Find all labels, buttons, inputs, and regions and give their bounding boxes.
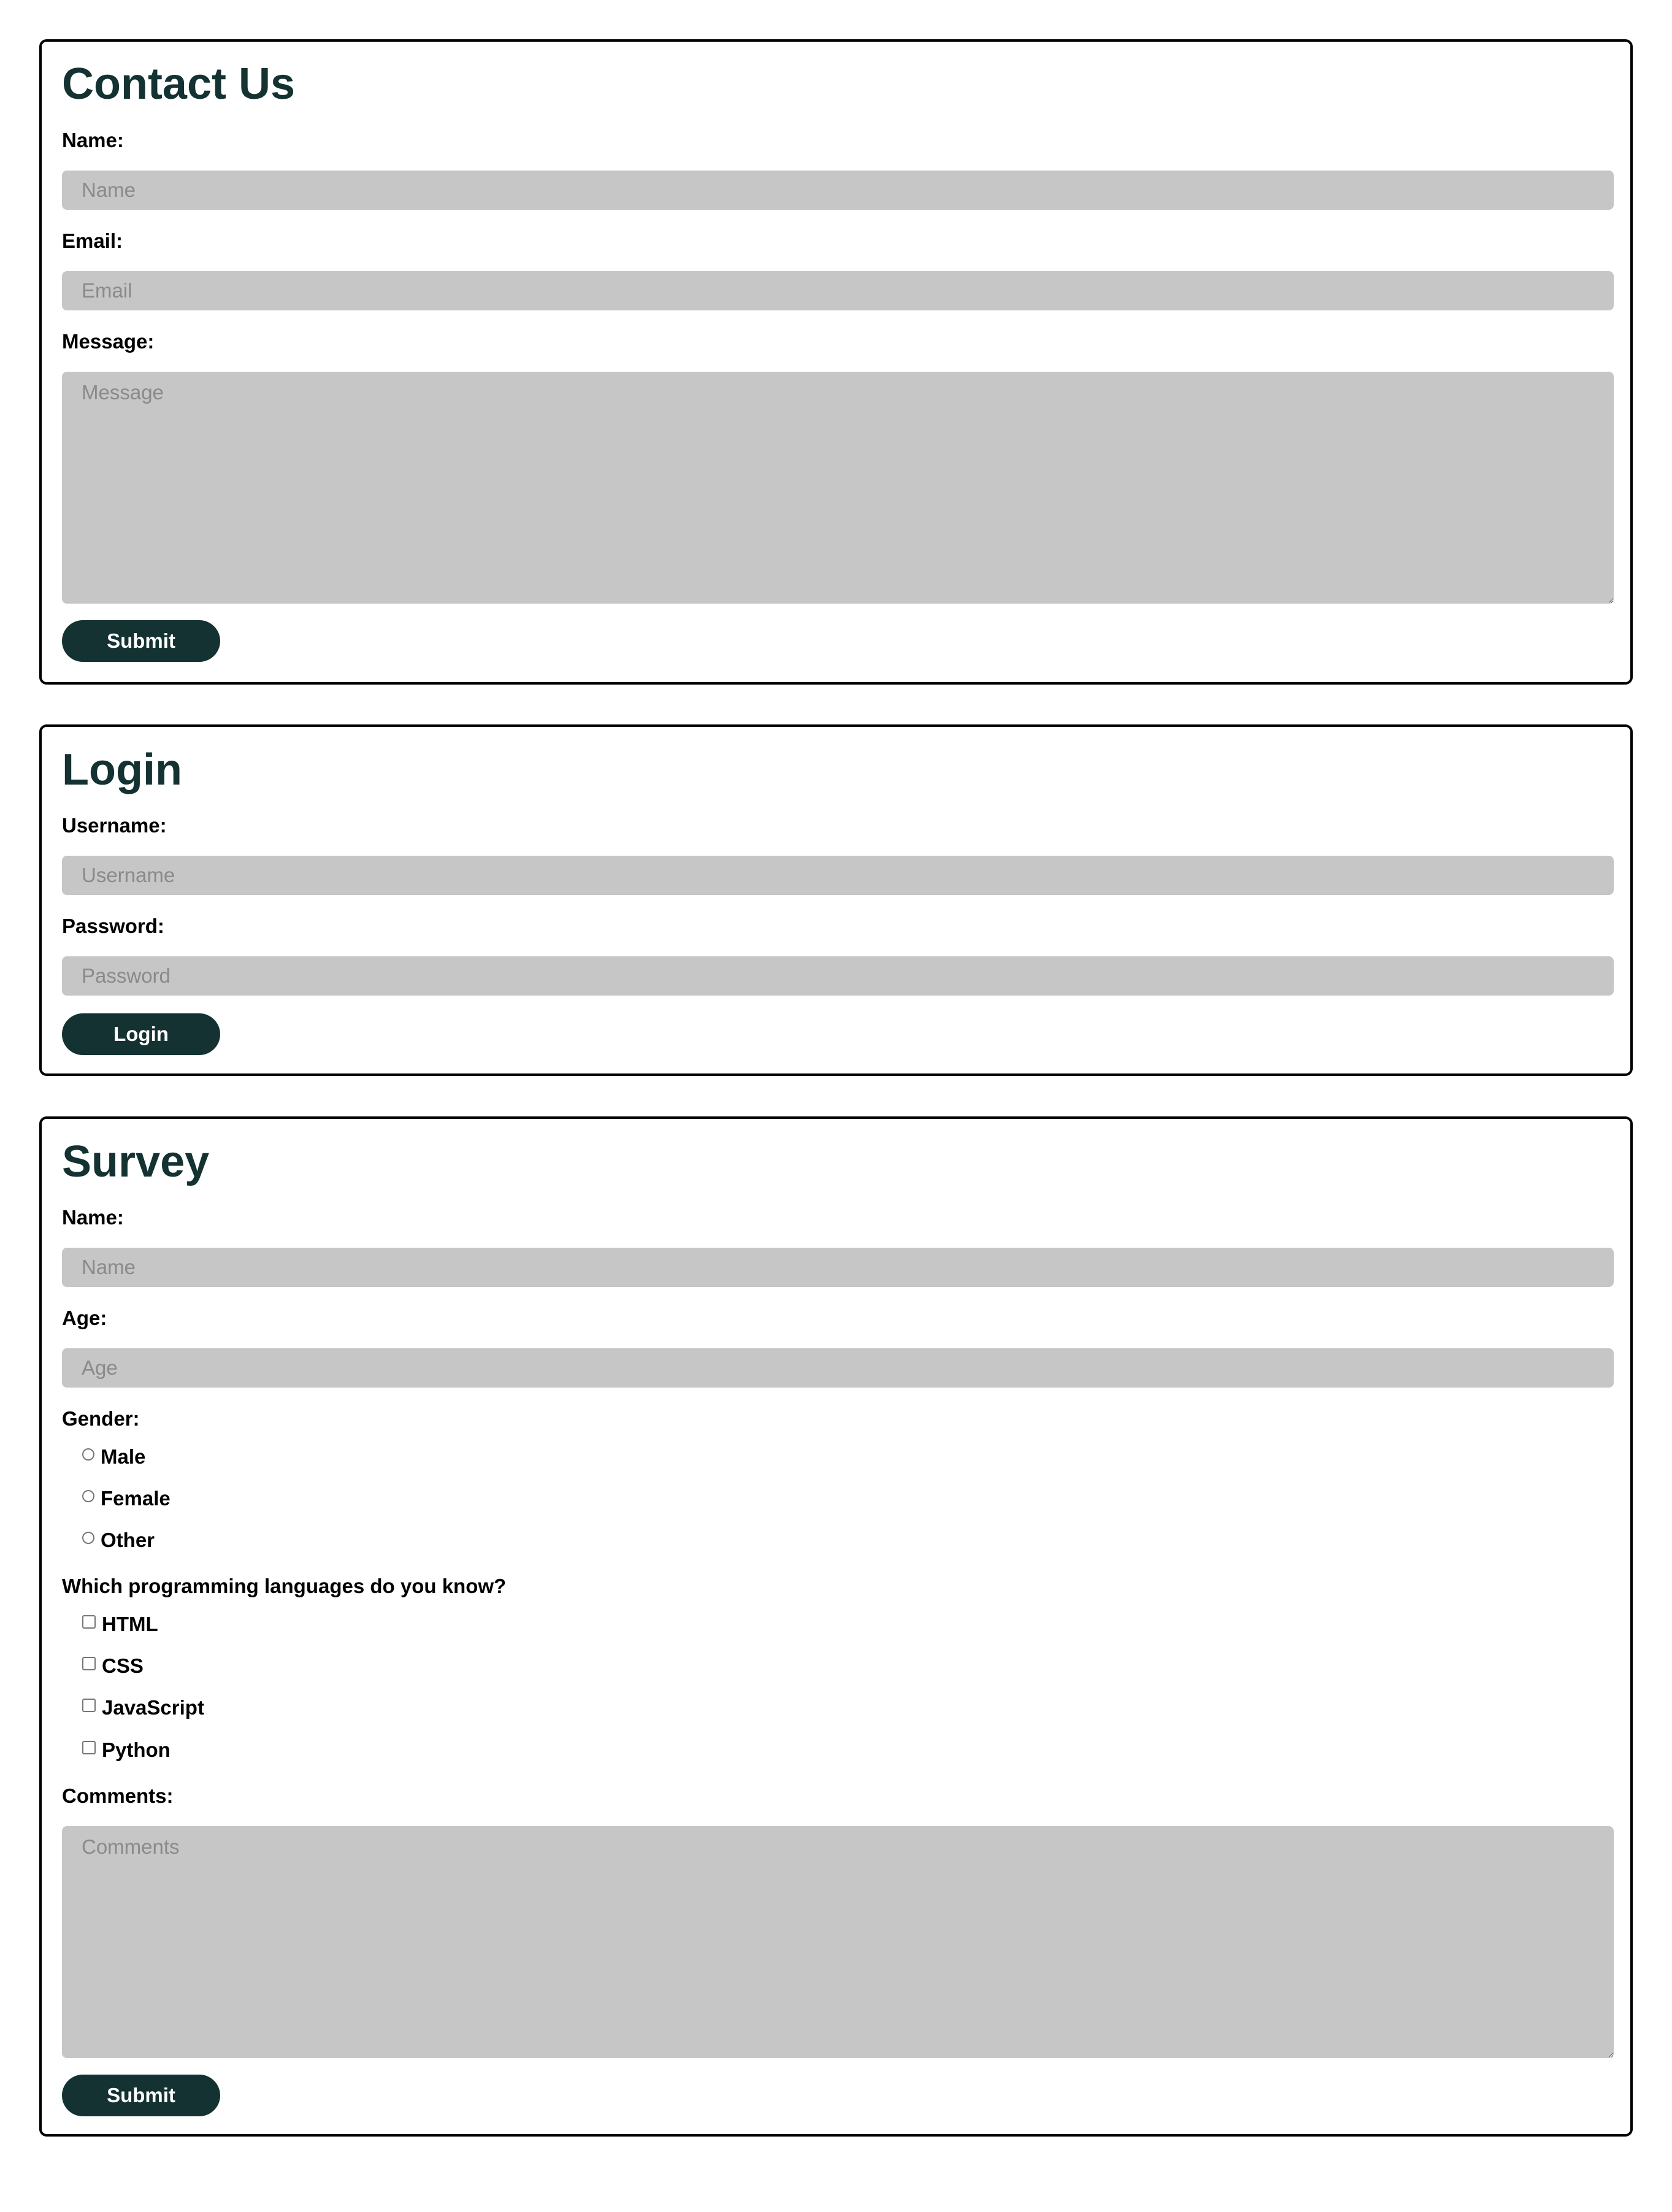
checkbox[interactable] — [82, 1657, 96, 1670]
login-form: Login Username: Password: Login — [39, 724, 1633, 1076]
radio-button[interactable] — [82, 1448, 94, 1461]
radio-button[interactable] — [82, 1532, 94, 1544]
checkbox[interactable] — [82, 1615, 96, 1629]
gender-option-male[interactable]: Male — [82, 1444, 145, 1469]
survey-title: Survey — [62, 1137, 210, 1186]
language-option-label: JavaScript — [102, 1695, 204, 1719]
gender-option-label: Female — [101, 1486, 171, 1510]
language-option-label: CSS — [102, 1654, 144, 1677]
survey-form: Survey Name: Age: Gender: Male Female Ot… — [39, 1116, 1633, 2137]
contact-submit-button[interactable]: Submit — [62, 620, 220, 662]
login-password-input[interactable] — [62, 956, 1614, 996]
survey-name-input[interactable] — [62, 1248, 1614, 1287]
language-option-css[interactable]: CSS — [82, 1653, 144, 1678]
contact-email-label: Email: — [62, 229, 123, 252]
checkbox[interactable] — [82, 1741, 96, 1754]
contact-name-label: Name: — [62, 129, 124, 152]
contact-form: Contact Us Name: Email: Message: Submit — [39, 39, 1633, 685]
language-option-python[interactable]: Python — [82, 1737, 171, 1762]
gender-option-label: Other — [101, 1528, 155, 1551]
language-option-javascript[interactable]: JavaScript — [82, 1695, 204, 1719]
login-username-label: Username: — [62, 814, 167, 837]
gender-option-female[interactable]: Female — [82, 1486, 171, 1510]
login-button[interactable]: Login — [62, 1013, 220, 1055]
survey-submit-button[interactable]: Submit — [62, 2075, 220, 2116]
survey-comments-textarea[interactable] — [62, 1826, 1614, 2058]
gender-option-other[interactable]: Other — [82, 1527, 155, 1552]
survey-name-label: Name: — [62, 1206, 124, 1229]
login-title: Login — [62, 745, 182, 794]
survey-gender-label: Gender: — [62, 1407, 140, 1430]
login-password-label: Password: — [62, 915, 164, 937]
gender-option-label: Male — [101, 1445, 146, 1468]
contact-message-label: Message: — [62, 330, 155, 353]
language-option-label: Python — [102, 1738, 171, 1761]
contact-title: Contact Us — [62, 60, 296, 109]
survey-age-input[interactable] — [62, 1348, 1614, 1388]
checkbox[interactable] — [82, 1699, 96, 1712]
survey-languages-label: Which programming languages do you know? — [62, 1575, 507, 1597]
radio-button[interactable] — [82, 1490, 94, 1502]
language-option-html[interactable]: HTML — [82, 1611, 158, 1636]
contact-name-input[interactable] — [62, 171, 1614, 210]
contact-message-textarea[interactable] — [62, 372, 1614, 604]
contact-email-input[interactable] — [62, 271, 1614, 310]
login-username-input[interactable] — [62, 856, 1614, 895]
survey-comments-label: Comments: — [62, 1784, 174, 1807]
language-option-label: HTML — [102, 1612, 158, 1635]
survey-age-label: Age: — [62, 1307, 107, 1329]
